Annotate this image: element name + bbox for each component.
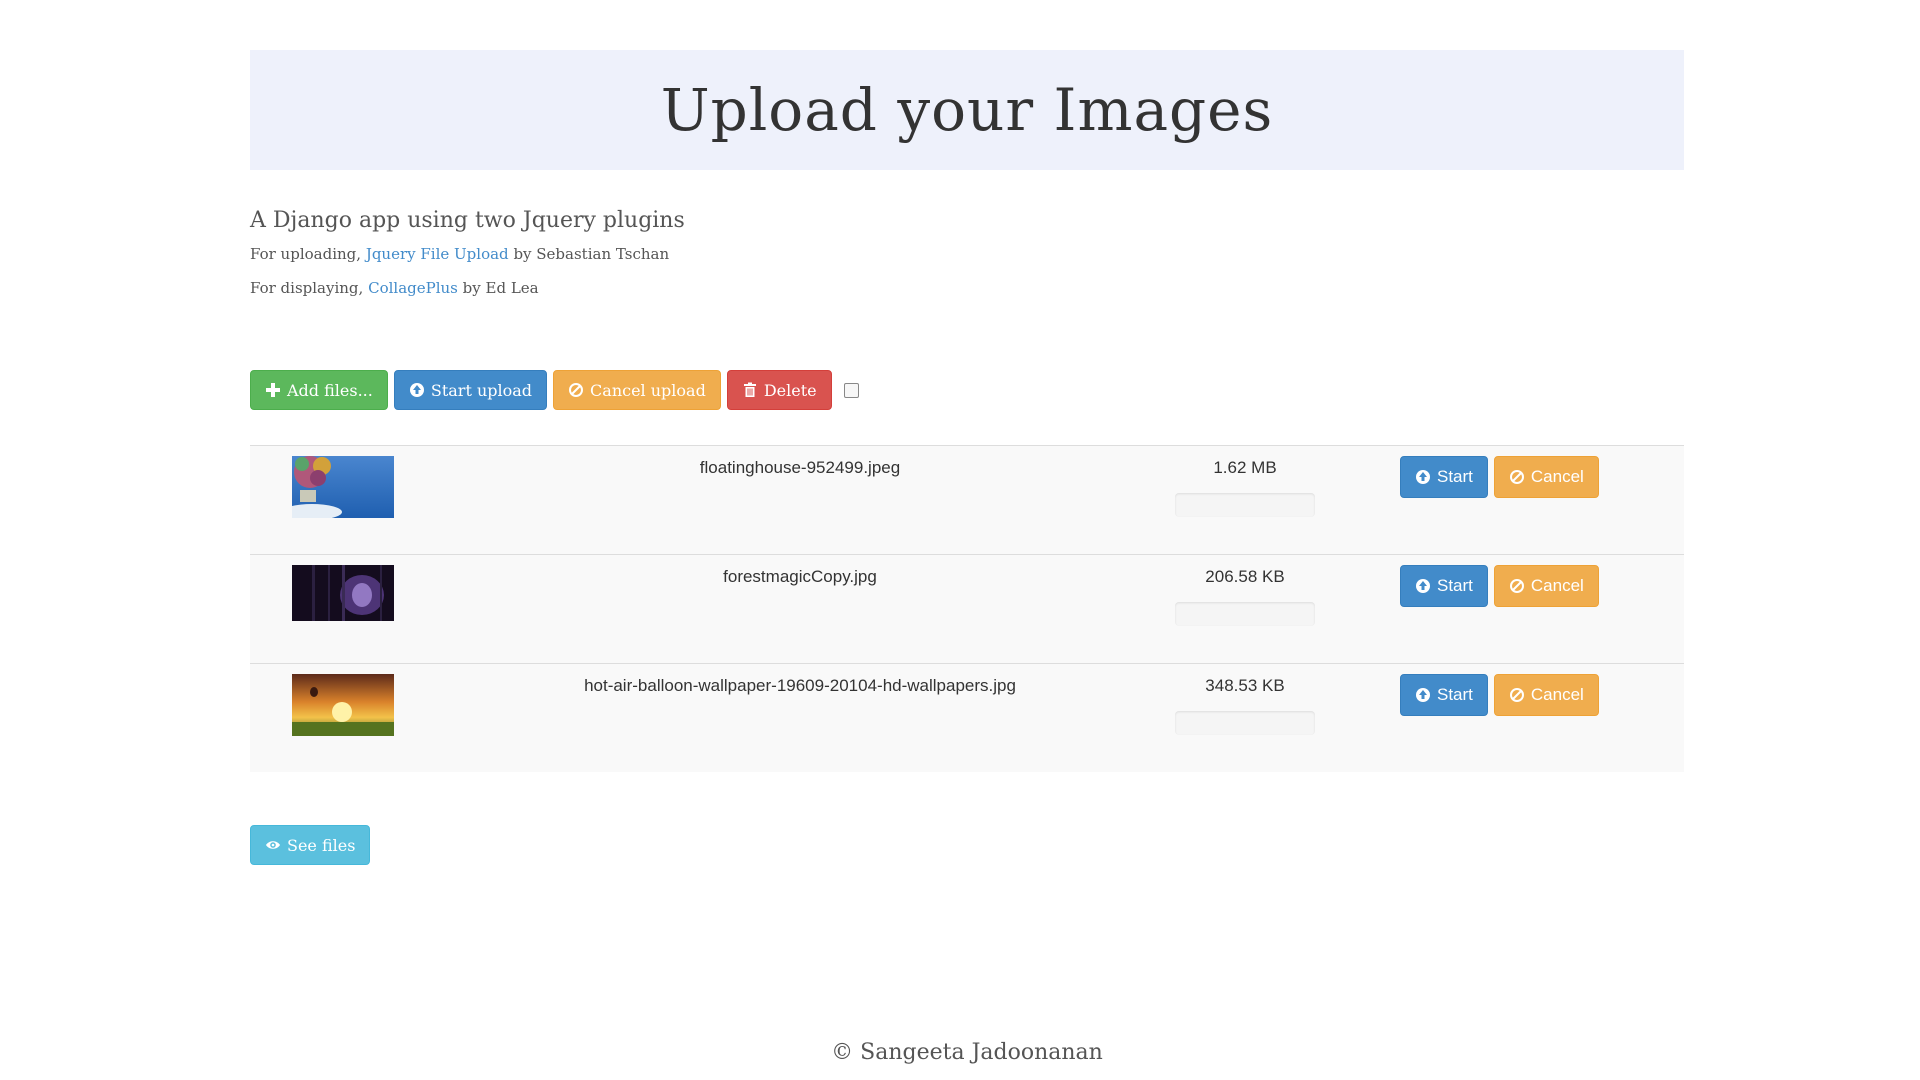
ban-icon: [1509, 687, 1525, 703]
collageplus-link[interactable]: CollagePlus: [368, 279, 458, 297]
start-label: Start: [1437, 467, 1473, 486]
delete-button[interactable]: Delete: [726, 370, 832, 410]
file-thumbnail: [292, 565, 394, 621]
file-name: floatinghouse-952499.jpeg: [699, 458, 901, 477]
file-thumbnail: [292, 674, 394, 736]
upload-progress-bar: [1175, 602, 1315, 626]
display-credit: For displaying, CollagePlus by Ed Lea: [250, 279, 685, 297]
add-files-button[interactable]: Add files...: [250, 370, 388, 410]
upload-credit-suffix: by Sebastian Tschan: [513, 245, 670, 263]
see-files-button[interactable]: See files: [250, 825, 371, 865]
cancel-button[interactable]: Cancel: [1493, 565, 1599, 607]
file-name: hot-air-balloon-wallpaper-19609-20104-hd…: [584, 676, 1016, 695]
intro-heading: A Django app using two Jquery plugins: [250, 208, 685, 233]
upload-toolbar: Add files... Start upload Cancel upload …: [250, 370, 859, 410]
upload-circle-icon: [1415, 469, 1431, 485]
ban-icon: [1509, 469, 1525, 485]
plus-icon: [265, 382, 281, 398]
start-upload-button[interactable]: Start upload: [393, 370, 548, 410]
start-label: Start: [1437, 685, 1473, 704]
file-row: forestmagicCopy.jpg 206.58 KB Start Canc…: [250, 554, 1684, 663]
start-button[interactable]: Start: [1400, 674, 1488, 716]
upload-progress-bar: [1175, 711, 1315, 735]
upload-credit: For uploading, Jquery File Upload by Seb…: [250, 245, 685, 263]
jquery-file-upload-link[interactable]: Jquery File Upload: [366, 245, 509, 263]
cancel-label: Cancel: [1530, 467, 1584, 486]
eye-icon: [265, 837, 281, 853]
display-credit-prefix: For displaying,: [250, 279, 364, 297]
cancel-button[interactable]: Cancel: [1493, 456, 1599, 498]
start-button[interactable]: Start: [1400, 565, 1488, 607]
ban-icon: [1509, 578, 1525, 594]
ban-icon: [568, 382, 584, 398]
display-credit-suffix: by Ed Lea: [462, 279, 539, 297]
upload-progress-bar: [1175, 493, 1315, 517]
cancel-label: Cancel: [1530, 576, 1584, 595]
see-files-wrapper: See files: [250, 825, 371, 865]
header-banner: Upload your Images: [250, 50, 1684, 170]
start-upload-label: Start upload: [430, 380, 533, 400]
page: Upload your Images A Django app using tw…: [250, 0, 1684, 1080]
cancel-label: Cancel: [1530, 685, 1584, 704]
trash-icon: [742, 382, 758, 398]
upload-circle-icon: [1415, 687, 1431, 703]
see-files-label: See files: [287, 835, 356, 855]
delete-label: Delete: [763, 380, 817, 400]
file-actions: Start Cancel: [1400, 456, 1599, 498]
file-thumbnail: [282, 456, 394, 520]
file-row: floatinghouse-952499.jpeg 1.62 MB Start …: [250, 445, 1684, 554]
upload-credit-prefix: For uploading,: [250, 245, 362, 263]
start-label: Start: [1437, 576, 1473, 595]
cancel-button[interactable]: Cancel: [1493, 674, 1599, 716]
cancel-upload-label: Cancel upload: [590, 380, 706, 400]
add-files-label: Add files...: [287, 380, 373, 400]
select-all-checkbox[interactable]: [843, 382, 859, 398]
page-title: Upload your Images: [660, 76, 1274, 144]
intro-section: A Django app using two Jquery plugins Fo…: [250, 208, 685, 313]
start-button[interactable]: Start: [1400, 456, 1488, 498]
file-actions: Start Cancel: [1400, 565, 1599, 607]
file-size: 1.62 MB: [1213, 458, 1277, 477]
file-name: forestmagicCopy.jpg: [723, 567, 877, 586]
footer-copyright: © Sangeeta Jadoonanan: [831, 1040, 1103, 1065]
upload-circle-icon: [1415, 578, 1431, 594]
file-actions: Start Cancel: [1400, 674, 1599, 716]
upload-circle-icon: [409, 382, 425, 398]
file-size: 206.58 KB: [1205, 567, 1285, 586]
file-list: floatinghouse-952499.jpeg 1.62 MB Start …: [250, 445, 1684, 772]
file-size: 348.53 KB: [1205, 676, 1285, 695]
cancel-upload-button[interactable]: Cancel upload: [553, 370, 721, 410]
file-row: hot-air-balloon-wallpaper-19609-20104-hd…: [250, 663, 1684, 772]
